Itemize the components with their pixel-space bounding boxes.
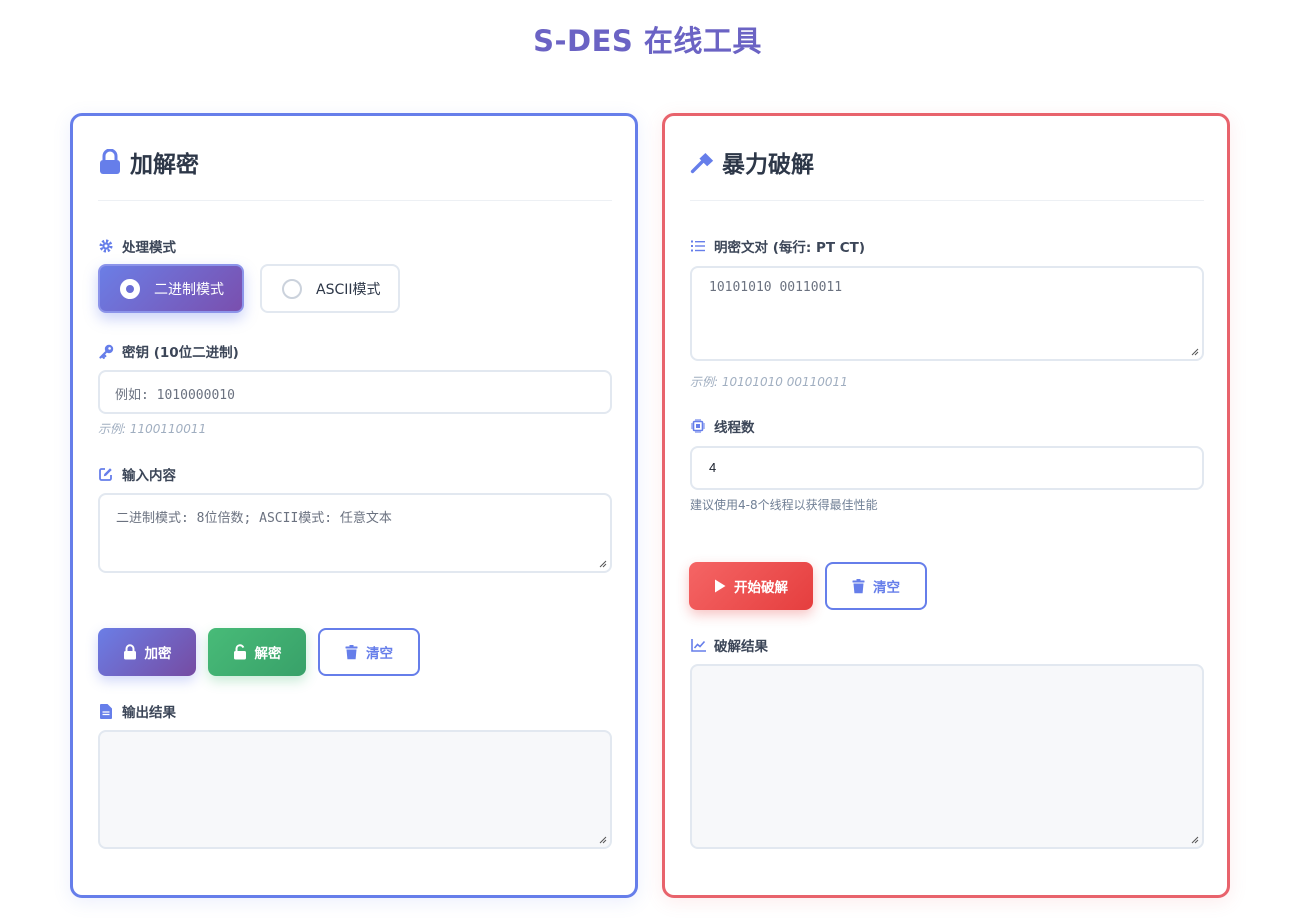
input-textarea[interactable]: 二进制模式: 8位倍数; ASCII模式: 任意文本: [98, 493, 612, 573]
threads-label: 线程数: [690, 416, 755, 436]
radio-unselected[interactable]: [282, 278, 302, 299]
result-label: 破解结果: [690, 635, 768, 655]
start-brute-force-button[interactable]: 开始破解: [689, 562, 813, 610]
resize-handle-icon[interactable]: [599, 560, 607, 568]
file-icon: [98, 703, 114, 719]
brute-force-panel: 暴力破解 明密文对 (每行: PT CT) 10101010 00110011 …: [662, 113, 1230, 898]
output-textarea[interactable]: [98, 730, 612, 849]
divider: [98, 200, 612, 201]
crypto-panel-title: 加解密: [130, 152, 199, 178]
decrypt-button[interactable]: 解密: [208, 628, 306, 676]
result-textarea[interactable]: [690, 664, 1204, 849]
trash-icon: [852, 578, 865, 594]
input-label: 输入内容: [98, 464, 176, 484]
mode-label: 处理模式: [98, 236, 176, 256]
cpu-icon: [690, 418, 706, 434]
ascii-mode-option[interactable]: ASCII模式: [260, 264, 400, 313]
page-title: S-DES 在线工具: [533, 24, 762, 58]
resize-handle-icon[interactable]: [599, 836, 607, 844]
edit-icon: [98, 466, 114, 482]
play-icon: [714, 579, 726, 593]
threads-input[interactable]: 4: [690, 446, 1204, 490]
gear-icon: [98, 238, 114, 254]
key-label: 密钥 (10位二进制): [98, 341, 239, 361]
lock-icon: [123, 644, 137, 660]
threads-hint: 建议使用4-8个线程以获得最佳性能: [690, 498, 878, 512]
radio-selected[interactable]: [120, 278, 140, 299]
crypto-panel: 加解密 处理模式 二进制模式 ASCII模式 密钥 (10位二进制) 例如: 1…: [70, 113, 638, 898]
resize-handle-icon[interactable]: [1191, 348, 1199, 356]
list-icon: [690, 238, 706, 254]
pairs-label: 明密文对 (每行: PT CT): [690, 236, 865, 256]
crypto-panel-header: 加解密: [98, 146, 199, 178]
key-hint: 示例: 1100110011: [98, 422, 207, 436]
trash-icon: [345, 644, 358, 660]
brute-clear-button[interactable]: 清空: [825, 562, 927, 610]
brute-panel-title: 暴力破解: [722, 152, 814, 178]
binary-mode-option[interactable]: 二进制模式: [98, 264, 244, 313]
unlock-icon: [233, 644, 247, 660]
lock-icon: [98, 149, 122, 175]
resize-handle-icon[interactable]: [1191, 836, 1199, 844]
key-icon: [98, 343, 114, 359]
encrypt-button[interactable]: 加密: [98, 628, 196, 676]
brute-panel-header: 暴力破解: [690, 146, 814, 178]
key-input[interactable]: 例如: 1010000010: [98, 370, 612, 414]
divider: [690, 200, 1204, 201]
chart-line-icon: [690, 637, 706, 653]
pairs-hint: 示例: 10101010 00110011: [690, 375, 848, 389]
clear-button[interactable]: 清空: [318, 628, 420, 676]
pairs-textarea[interactable]: 10101010 00110011: [690, 266, 1204, 361]
output-label: 输出结果: [98, 701, 176, 721]
hammer-icon: [690, 149, 714, 175]
